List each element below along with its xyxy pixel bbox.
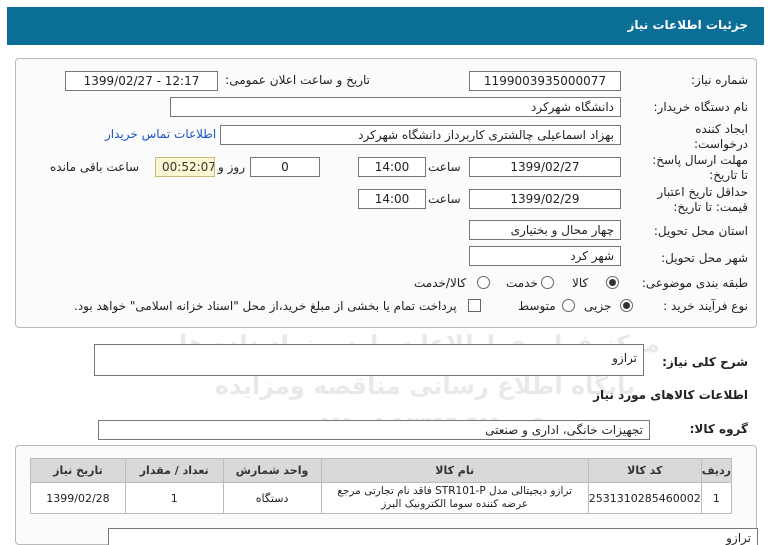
col-header-row-number: ردیف <box>700 458 733 483</box>
cell-unit: دستگاه <box>222 482 322 514</box>
category-label: طبقه بندی موضوعی: <box>641 276 748 290</box>
goods-info-title: اطلاعات کالاهای مورد نیاز <box>593 388 748 402</box>
goods-group-field: تجهیزات خانگی، اداری و صنعتی <box>98 420 650 440</box>
col-header-unit: واحد شمارش <box>222 458 322 483</box>
page-header: جزئیات اطلاعات نیاز <box>7 7 764 45</box>
creator-label: ایجاد کننده درخواست: <box>694 122 748 151</box>
need-number-field: 1199003935000077 <box>469 71 621 91</box>
cell-goods-code: 2531310285460002 <box>587 482 702 514</box>
countdown-timer: 00:52:07 <box>155 157 215 177</box>
summary-field: ترازو <box>94 344 644 376</box>
city-label: شهر محل تحویل: <box>661 251 748 265</box>
announce-label: تاریخ و ساعت اعلان عمومی: <box>225 73 370 87</box>
province-field: چهار محال و بختیاری <box>469 220 621 240</box>
cell-need-date: 1399/02/28 <box>30 482 126 514</box>
deadline-date-field: 1399/02/27 <box>469 157 621 177</box>
watermark-line2: پایگاه اطلاع رسانی مناقصه ومزایده <box>214 372 636 400</box>
province-label: استان محل تحویل: <box>653 224 748 238</box>
items-table: ردیف کد کالا نام کالا واحد شمارش تعداد /… <box>30 458 733 514</box>
bottom-description-field: ترازو <box>108 528 758 545</box>
process-radio-medium[interactable] <box>562 299 575 312</box>
announce-field: 1399/02/27 - 12:17 <box>65 71 218 91</box>
cell-goods-name: ترازو دیجیتالی مدل STR101-P فاقد نام تجا… <box>320 482 589 514</box>
goods-group-label: گروه کالا: <box>689 422 748 436</box>
city-field: شهر کرد <box>469 246 621 266</box>
cell-row-number: 1 <box>700 482 733 514</box>
validity-time-field: 14:00 <box>358 189 426 209</box>
days-field: 0 <box>250 157 320 177</box>
treasury-payment-checkbox[interactable] <box>468 299 481 312</box>
deadline-time-label: ساعت <box>428 160 461 174</box>
cell-quantity: 1 <box>124 482 224 514</box>
category-radio-goods[interactable] <box>606 276 619 289</box>
days-label: روز و <box>218 160 245 174</box>
process-label: نوع فرآیند خرید : <box>663 299 748 313</box>
summary-label: شرح کلی نیاز: <box>662 355 748 369</box>
process-option-medium: متوسط <box>518 299 556 313</box>
col-header-goods-code: کد کالا <box>587 458 702 483</box>
treasury-payment-note: پرداخت تمام یا بخشی از مبلغ خرید،از محل … <box>74 299 457 313</box>
need-number-label: شماره نیاز: <box>691 73 748 87</box>
deadline-label: مهلت ارسال پاسخ: تا تاریخ: <box>652 153 748 182</box>
contact-buyer-link[interactable]: اطلاعات تماس خریدار <box>105 127 216 141</box>
col-header-goods-name: نام کالا <box>320 458 589 483</box>
col-header-quantity: تعداد / مقدار <box>124 458 224 483</box>
deadline-time-field: 14:00 <box>358 157 426 177</box>
remaining-label: ساعت باقی مانده <box>50 160 140 174</box>
process-option-minor: جزیی <box>584 299 612 313</box>
category-radio-service[interactable] <box>541 276 554 289</box>
validity-label: حداقل تاریخ اعتبار قیمت: تا تاریخ: <box>657 185 748 214</box>
category-option-goods: کالا <box>572 276 589 290</box>
buyer-field: دانشگاه شهرکرد <box>170 97 621 117</box>
col-header-need-date: تاریخ نیاز <box>30 458 126 483</box>
buyer-label: نام دستگاه خریدار: <box>653 100 749 114</box>
validity-time-label: ساعت <box>428 192 461 206</box>
table-header-row: ردیف کد کالا نام کالا واحد شمارش تعداد /… <box>30 458 733 483</box>
process-radio-minor[interactable] <box>620 299 633 312</box>
category-option-goods-service: کالا/خدمت <box>414 276 467 290</box>
creator-field: بهزاد اسماعیلی چالشتری کاربرداز دانشگاه … <box>220 125 621 145</box>
category-option-service: خدمت <box>506 276 538 290</box>
table-row: 1 2531310285460002 ترازو دیجیتالی مدل ST… <box>30 482 733 514</box>
page-title: جزئیات اطلاعات نیاز <box>627 18 748 32</box>
validity-date-field: 1399/02/29 <box>469 189 621 209</box>
category-radio-goods-service[interactable] <box>477 276 490 289</box>
